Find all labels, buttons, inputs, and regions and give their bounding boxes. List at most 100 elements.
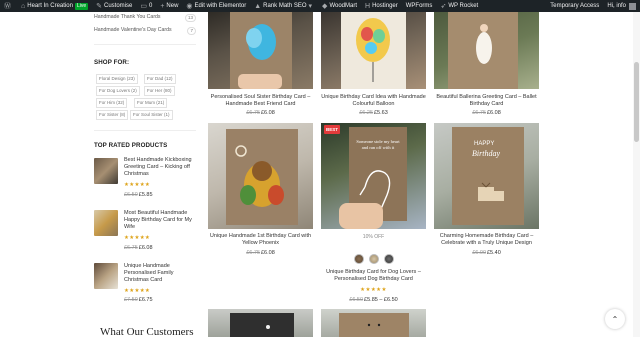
rankmath-label: Rank Math SEO bbox=[263, 3, 307, 9]
woodmart-menu[interactable]: ◆ WoodMart bbox=[318, 0, 361, 12]
sale-price: £5.63 bbox=[374, 110, 388, 116]
woodmart-label: WoodMart bbox=[329, 3, 358, 9]
wpforms-menu[interactable]: WPForms bbox=[402, 0, 437, 12]
sale-price: £6.08 bbox=[138, 245, 153, 251]
wp-logo-menu[interactable]: Ⓦ bbox=[0, 0, 17, 12]
product-title[interactable]: Unique Handmade 1st Birthday Card with Y… bbox=[204, 233, 317, 247]
category-item[interactable]: Handmade Valentine's Day Cards 7 bbox=[94, 27, 196, 35]
shop-for-title: SHOP FOR: bbox=[94, 59, 130, 66]
scrollbar-thumb[interactable] bbox=[634, 62, 639, 142]
color-swatch[interactable] bbox=[369, 254, 379, 264]
tag-link[interactable]: For Sister (8) bbox=[96, 110, 129, 120]
product-title[interactable]: Unique Birthday Card Idea with Handmade … bbox=[317, 94, 430, 108]
old-price: £6.75 bbox=[246, 110, 260, 116]
woodmart-icon: ◆ bbox=[322, 3, 328, 10]
old-price: £6.00 bbox=[472, 250, 486, 256]
category-item[interactable]: Handmade Thank You Cards 13 bbox=[94, 14, 196, 22]
product-thumbnail[interactable] bbox=[94, 263, 118, 289]
card-text: and ran off with it bbox=[362, 145, 395, 150]
comments-link[interactable]: ▭ 0 bbox=[136, 0, 156, 12]
divider bbox=[94, 44, 196, 45]
tag-link[interactable]: For Him (32) bbox=[96, 98, 128, 108]
product-price: £6.75£6.08 bbox=[204, 250, 317, 256]
product-price: £6.50£5.85 bbox=[124, 192, 153, 198]
tag-link[interactable]: For Her (80) bbox=[144, 86, 175, 96]
greeting-label: Hi, info bbox=[607, 3, 626, 9]
color-swatch[interactable] bbox=[384, 254, 394, 264]
old-price: £6.75 bbox=[124, 245, 138, 251]
wpforms-label: WPForms bbox=[405, 3, 433, 9]
card-illustration bbox=[341, 12, 406, 89]
account-menu[interactable]: Hi, info bbox=[603, 0, 640, 12]
rating-stars: ★★★★★ bbox=[124, 288, 151, 294]
scroll-to-top-button[interactable]: ⌃ bbox=[605, 309, 625, 329]
product-title[interactable]: Beautiful Ballerina Greeting Card – Ball… bbox=[430, 94, 543, 108]
temporary-access-link[interactable]: Temporary Access bbox=[546, 0, 603, 12]
shop-sidebar: Handmade Thank You Cards 13 Handmade Val… bbox=[0, 12, 200, 337]
card-illustration bbox=[339, 313, 409, 337]
page-scrollbar[interactable] bbox=[633, 12, 640, 337]
card-text: HAPPY bbox=[474, 141, 494, 147]
card-illustration: Someone stole my heart and ran off with … bbox=[339, 127, 407, 229]
tag-link[interactable]: For Mum (21) bbox=[134, 98, 168, 108]
tag-link[interactable]: For Dad (12) bbox=[144, 74, 176, 84]
product-price: £6.75£6.08 bbox=[124, 245, 153, 251]
tag-link[interactable]: For Dog Lovers (2) bbox=[96, 86, 140, 96]
product-image[interactable] bbox=[321, 309, 426, 337]
old-price: £6.50 bbox=[124, 192, 138, 198]
brush-icon: ✎ bbox=[96, 3, 102, 10]
product-image[interactable] bbox=[208, 123, 313, 229]
sale-price: £5.40 bbox=[487, 250, 501, 256]
sale-price: £6.08 bbox=[261, 110, 275, 116]
rankmath-icon: ▲ bbox=[254, 2, 262, 10]
product-image[interactable] bbox=[434, 12, 539, 89]
old-price: £7.50 bbox=[124, 297, 138, 303]
wprocket-label: WP Rocket bbox=[448, 3, 479, 9]
elementor-link[interactable]: ◉ Edit with Elementor bbox=[182, 0, 250, 12]
top-rated-product-title[interactable]: Best Handmade Kickboxing Greeting Card –… bbox=[124, 157, 196, 178]
customise-link[interactable]: ✎ Customise bbox=[92, 0, 136, 12]
color-swatch[interactable] bbox=[354, 254, 364, 264]
new-label: New bbox=[166, 3, 179, 9]
product-title[interactable]: Charming Homemade Birthday Card – Celebr… bbox=[430, 233, 543, 247]
new-content-menu[interactable]: + New bbox=[156, 0, 182, 12]
home-icon: ⌂ bbox=[21, 2, 26, 10]
discount-label: 10% OFF bbox=[362, 234, 385, 240]
product-thumbnail[interactable] bbox=[94, 158, 118, 184]
site-name-menu[interactable]: ⌂ Heart In Creation Live bbox=[17, 0, 92, 12]
category-count: 13 bbox=[184, 14, 196, 22]
product-title[interactable]: Unique Birthday Card for Dog Lovers – Pe… bbox=[317, 269, 430, 283]
card-illustration bbox=[226, 129, 298, 225]
card-illustration: HAPPY Birthday bbox=[452, 127, 524, 225]
product-image[interactable] bbox=[208, 309, 313, 337]
hostinger-icon: H bbox=[365, 2, 371, 10]
product-price: £7.50£6.75 bbox=[124, 297, 153, 303]
wprocket-menu[interactable]: ➶ WP Rocket bbox=[436, 0, 482, 12]
card-text: Birthday bbox=[472, 149, 500, 158]
product-image[interactable] bbox=[321, 12, 426, 89]
sale-price: £6.75 bbox=[138, 297, 153, 303]
live-badge: Live bbox=[74, 2, 89, 10]
old-price: £6.75 bbox=[472, 110, 486, 116]
product-image[interactable]: Someone stole my heart and ran off with … bbox=[321, 123, 426, 229]
tag-link[interactable]: Floral Design (23) bbox=[96, 74, 138, 84]
old-price: £6.50 bbox=[349, 297, 364, 303]
top-rated-product-title[interactable]: Unique Handmade Personalised Family Chri… bbox=[124, 263, 196, 284]
old-price: £6.75 bbox=[246, 250, 260, 256]
comment-icon: ▭ bbox=[140, 3, 147, 10]
product-price: £6.75£6.08 bbox=[430, 110, 543, 116]
customise-label: Customise bbox=[104, 3, 133, 9]
product-thumbnail[interactable] bbox=[94, 210, 118, 236]
tag-link[interactable]: For Soul Sister (1) bbox=[130, 110, 173, 120]
rankmath-menu[interactable]: ▲ Rank Math SEO ▾ bbox=[250, 0, 318, 12]
product-title[interactable]: Personalised Soul Sister Birthday Card –… bbox=[204, 94, 317, 108]
product-image[interactable]: HAPPY Birthday bbox=[434, 123, 539, 229]
rocket-icon: ➶ bbox=[440, 3, 447, 10]
top-rated-product-title[interactable]: Most Beautiful Handmade Happy Birthday C… bbox=[124, 210, 196, 231]
chevron-down-icon: ▾ bbox=[308, 3, 313, 10]
comments-count: 0 bbox=[148, 3, 153, 9]
rating-stars: ★★★★★ bbox=[124, 182, 151, 188]
category-name: Handmade Valentine's Day Cards bbox=[94, 27, 172, 33]
product-image[interactable] bbox=[208, 12, 313, 89]
hostinger-menu[interactable]: H Hostinger bbox=[361, 0, 402, 12]
